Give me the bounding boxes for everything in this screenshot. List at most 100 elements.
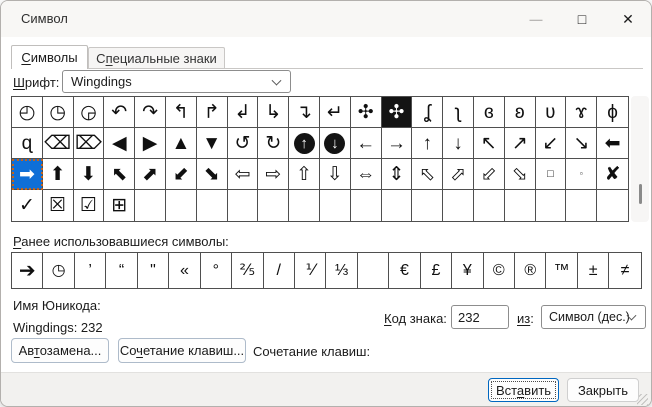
grid-scrollbar-thumb[interactable] xyxy=(639,184,642,204)
recent-symbol-cell[interactable]: ⅟ xyxy=(295,253,327,288)
recent-symbol-cell[interactable]: / xyxy=(264,253,295,288)
symbol-cell[interactable] xyxy=(165,190,197,221)
symbol-cell[interactable]: ↙ xyxy=(535,128,567,159)
symbol-cell[interactable]: ⬀ xyxy=(443,159,474,190)
symbol-cell[interactable]: ⬅ xyxy=(597,128,628,159)
code-system-combobox[interactable]: Символ (дес.) xyxy=(541,305,646,329)
symbol-cell[interactable] xyxy=(196,190,228,221)
symbol-cell[interactable]: ⬆ xyxy=(42,159,74,190)
symbol-cell[interactable]: ▶ xyxy=(135,128,166,159)
symbol-cell[interactable]: ʅ xyxy=(443,97,474,128)
font-combobox[interactable]: Wingdings xyxy=(62,70,291,93)
symbol-cell[interactable]: ɋ xyxy=(12,128,43,159)
symbol-cell[interactable]: ↘ xyxy=(566,128,598,159)
symbol-cell[interactable] xyxy=(566,190,598,221)
symbol-cell[interactable] xyxy=(412,190,444,221)
recent-symbol-cell[interactable]: ◷ xyxy=(43,253,75,288)
symbol-cell[interactable]: ʆ xyxy=(412,97,444,128)
shortcut-key-button[interactable]: Сочетание клавиш... xyxy=(118,338,246,363)
symbol-cell[interactable] xyxy=(258,190,290,221)
recent-symbol-cell[interactable]: € xyxy=(389,253,421,288)
symbol-cell[interactable]: ← xyxy=(350,128,382,159)
insert-button[interactable]: Вставить xyxy=(488,378,559,402)
symbol-cell[interactable]: ↰ xyxy=(165,97,197,128)
recent-symbol-cell[interactable]: ™ xyxy=(546,253,578,288)
character-code-input[interactable] xyxy=(451,305,509,329)
recent-symbol-cell[interactable]: ⅖ xyxy=(232,253,264,288)
symbol-cell[interactable]: ʋ xyxy=(535,97,567,128)
close-dialog-button[interactable]: Закрыть xyxy=(567,378,639,402)
symbol-cell[interactable]: ⬉ xyxy=(104,159,136,190)
symbol-cell[interactable]: ⊞ xyxy=(104,190,136,221)
symbol-cell[interactable]: ↓ xyxy=(443,128,474,159)
symbol-cell[interactable]: ↑ xyxy=(289,128,320,159)
symbol-cell[interactable] xyxy=(473,190,505,221)
tab-symbols[interactable]: Символы xyxy=(11,45,88,69)
symbol-cell[interactable]: ⇔ xyxy=(350,159,382,190)
recent-symbol-cell[interactable]: ➔ xyxy=(12,253,44,288)
symbol-cell[interactable]: ↶ xyxy=(104,97,136,128)
symbol-cell[interactable] xyxy=(135,190,166,221)
symbol-cell[interactable]: ↳ xyxy=(258,97,290,128)
symbol-cell[interactable]: ↵ xyxy=(319,97,351,128)
symbol-cell[interactable]: ↖ xyxy=(473,128,505,159)
recent-symbol-cell[interactable] xyxy=(358,253,390,288)
recent-symbol-cell[interactable]: ⅓ xyxy=(326,253,358,288)
symbol-cell[interactable]: ⇨ xyxy=(258,159,290,190)
symbol-cell[interactable]: ⬁ xyxy=(412,159,444,190)
symbol-cell[interactable] xyxy=(227,190,259,221)
symbol-cell[interactable]: ⇦ xyxy=(227,159,259,190)
symbol-cell[interactable]: ⇕ xyxy=(381,159,413,190)
symbol-cell[interactable]: ✓ xyxy=(12,190,43,221)
recent-symbol-cell[interactable]: ≠ xyxy=(609,253,640,288)
symbol-cell[interactable]: ☑ xyxy=(73,190,105,221)
recent-symbol-cell[interactable]: ± xyxy=(578,253,610,288)
symbol-cell[interactable]: ↲ xyxy=(227,97,259,128)
recent-symbol-cell[interactable]: £ xyxy=(421,253,453,288)
symbol-cell[interactable] xyxy=(443,190,474,221)
symbol-cell[interactable]: ☒ xyxy=(42,190,74,221)
symbol-cell[interactable]: ↗ xyxy=(504,128,536,159)
symbol-cell[interactable]: ⌦ xyxy=(73,128,105,159)
symbol-cell[interactable]: → xyxy=(381,128,413,159)
titlebar[interactable]: Символ — □ ✕ xyxy=(1,1,651,37)
symbol-cell[interactable]: ɞ xyxy=(473,97,505,128)
symbol-cell[interactable] xyxy=(350,190,382,221)
symbol-cell[interactable]: ✣ xyxy=(381,97,413,128)
symbol-cell[interactable]: ⇧ xyxy=(289,159,320,190)
maximize-button[interactable]: □ xyxy=(559,1,605,37)
symbol-cell[interactable]: ↑ xyxy=(412,128,444,159)
symbol-cell[interactable]: ➡ xyxy=(12,159,43,190)
symbol-cell[interactable]: ⬋ xyxy=(165,159,197,190)
recent-symbol-cell[interactable]: © xyxy=(484,253,515,288)
symbol-cell[interactable] xyxy=(597,190,628,221)
symbol-cell[interactable]: ◀ xyxy=(104,128,136,159)
recent-symbol-cell[interactable]: " xyxy=(138,253,170,288)
symbol-cell[interactable]: ⬇ xyxy=(73,159,105,190)
symbol-cell[interactable]: ⬂ xyxy=(504,159,536,190)
symbol-cell[interactable] xyxy=(381,190,413,221)
symbol-cell[interactable]: ↷ xyxy=(135,97,166,128)
symbol-cell[interactable]: ⌫ xyxy=(42,128,74,159)
symbol-cell[interactable] xyxy=(535,190,567,221)
recent-symbol-cell[interactable]: “ xyxy=(106,253,138,288)
symbol-cell[interactable]: □ xyxy=(535,159,567,190)
recent-symbol-cell[interactable]: ® xyxy=(515,253,547,288)
symbol-cell[interactable] xyxy=(289,190,320,221)
grid-scrollbar[interactable] xyxy=(631,96,649,222)
symbol-cell[interactable] xyxy=(504,190,536,221)
close-button[interactable]: ✕ xyxy=(605,1,651,37)
symbol-cell[interactable]: ⬈ xyxy=(135,159,166,190)
symbol-cell[interactable]: ⬊ xyxy=(196,159,228,190)
symbol-cell[interactable]: ✘ xyxy=(597,159,628,190)
recent-symbol-cell[interactable]: ¥ xyxy=(452,253,484,288)
symbol-cell[interactable]: ↓ xyxy=(319,128,351,159)
symbol-cell[interactable]: ϕ xyxy=(597,97,628,128)
symbol-cell[interactable]: ʚ xyxy=(504,97,536,128)
recent-symbol-cell[interactable]: ° xyxy=(201,253,233,288)
symbol-cell[interactable]: ↺ xyxy=(227,128,259,159)
symbol-cell[interactable]: ▲ xyxy=(165,128,197,159)
symbol-cell[interactable]: ⬃ xyxy=(473,159,505,190)
symbol-cell[interactable]: ◶ xyxy=(73,97,105,128)
symbol-cell[interactable]: ◷ xyxy=(42,97,74,128)
